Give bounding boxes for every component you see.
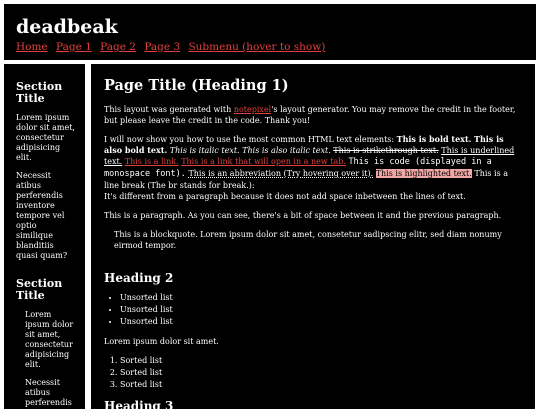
- elements-intro: I will now show you how to use the most …: [104, 135, 397, 144]
- intro-text: This layout was generated with: [104, 105, 234, 114]
- nav-submenu[interactable]: Submenu (hover to show): [188, 41, 325, 53]
- sidebar-paragraph: Lorem ipsum dolor sit amet, consectetur …: [16, 113, 75, 162]
- ordered-list: Sorted list Sorted list Sorted list: [104, 355, 523, 391]
- abbreviation[interactable]: This is an abbreviation (Try hovering ov…: [188, 169, 373, 178]
- sidebar-paragraph: Lorem ipsum dolor sit amet, consectetur …: [25, 310, 74, 369]
- heading-3: Heading 3: [104, 399, 174, 409]
- main-content: Page Title (Heading 1) This layout was g…: [91, 64, 535, 409]
- sidebar-section: Section Title Lorem ipsum dolor sit amet…: [4, 81, 85, 261]
- highlighted-text: This is highlighted text.: [375, 169, 472, 178]
- list-item: Sorted list: [120, 379, 523, 391]
- sidebar-section: Section Title Lorem ipsum dolor sit amet…: [4, 278, 85, 409]
- unordered-list: Unsorted list Unsorted list Unsorted lis…: [104, 292, 523, 328]
- sidebar-section-title: Section Title: [16, 277, 63, 302]
- page-title: Page Title (Heading 1): [104, 77, 289, 94]
- list-item: Unsorted list: [120, 292, 523, 304]
- list-item: Sorted list: [120, 367, 523, 379]
- example-link[interactable]: This is a link.: [125, 157, 179, 166]
- bold-text: This is bold text.: [396, 134, 472, 144]
- text-elements-paragraph: I will now show you how to use the most …: [104, 134, 523, 202]
- generator-link[interactable]: notepixel: [234, 105, 271, 114]
- italic-text: This is italic text.: [169, 146, 240, 155]
- nav-home[interactable]: Home: [16, 41, 48, 53]
- list-item: Unsorted list: [120, 304, 523, 316]
- list-item: Sorted list: [120, 355, 523, 367]
- nav-page-1[interactable]: Page 1: [56, 41, 92, 53]
- paragraph: This is a paragraph. As you can see, the…: [104, 211, 502, 220]
- sidebar-paragraph: Necessit atibus perferendis inventore te…: [25, 378, 72, 409]
- site-title: deadbeak: [16, 16, 118, 38]
- italic-text: This is also italic text.: [242, 146, 331, 155]
- intro-paragraph: This layout was generated with notepixel…: [104, 104, 523, 126]
- after-break-text: It's different from a paragraph because …: [104, 192, 466, 201]
- main-nav: Home Page 1 Page 2 Page 3 Submenu (hover…: [16, 40, 330, 54]
- site-header: deadbeak Home Page 1 Page 2 Page 3 Subme…: [4, 4, 536, 60]
- blockquote: This is a blockquote. Lorem ipsum dolor …: [114, 230, 502, 250]
- sidebar: Section Title Lorem ipsum dolor sit amet…: [4, 64, 85, 409]
- heading-2: Heading 2: [104, 271, 174, 285]
- sidebar-section-title: Section Title: [16, 80, 63, 105]
- nav-page-2[interactable]: Page 2: [100, 41, 136, 53]
- sidebar-paragraph: Necessit atibus perferendis inventore te…: [16, 171, 68, 260]
- list-item: Unsorted list: [120, 316, 523, 328]
- strikethrough-text: This is strikethrough text.: [333, 146, 439, 155]
- new-tab-link[interactable]: This is a link that will open in a new t…: [181, 157, 346, 166]
- nav-page-3[interactable]: Page 3: [144, 41, 180, 53]
- lorem-paragraph: Lorem ipsum dolor sit amet.: [104, 337, 219, 346]
